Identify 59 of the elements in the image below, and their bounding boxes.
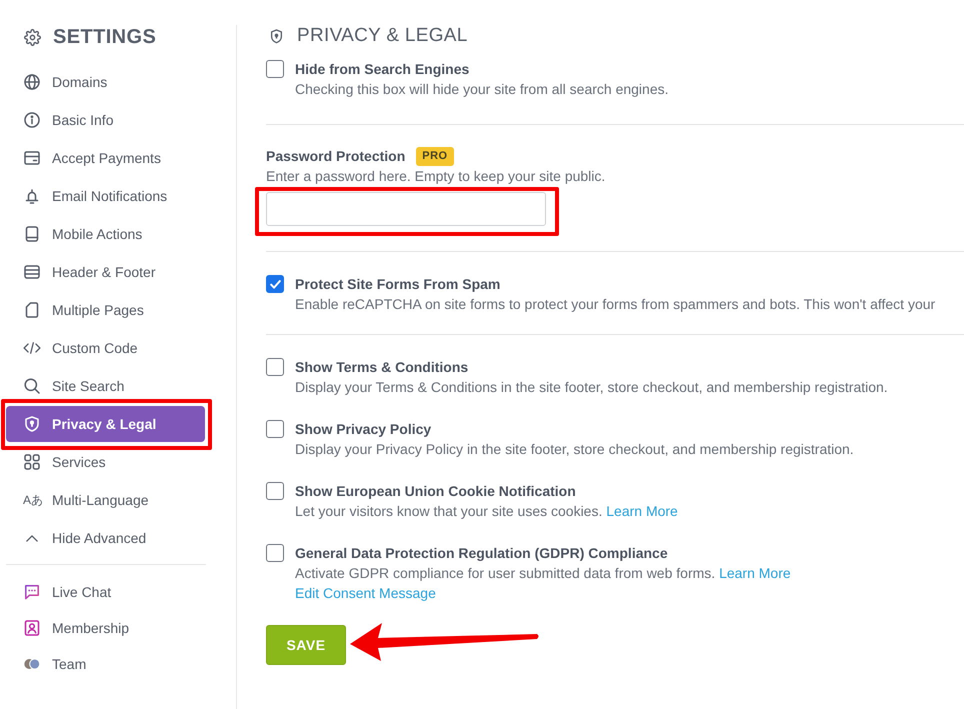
sidebar-item[interactable]: Custom Code [6,330,205,366]
sidebar-item[interactable]: Domains [6,64,205,100]
bell-icon [24,188,40,204]
sidebar-item[interactable]: Hide Advanced [6,520,205,556]
password-field[interactable] [266,192,546,226]
sidebar-item[interactable]: Services [6,444,205,480]
option-description: Checking this box will hide your site from all search engines. [295,80,669,99]
checkbox[interactable] [266,275,284,293]
sidebar-item[interactable]: Multiple Pages [6,292,205,328]
avatar-pair-icon [24,656,40,672]
option-title: Show European Union Cookie Notification [295,482,576,501]
option-title: General Data Protection Regulation (GDPR) Compliance [295,544,668,563]
sidebar-item[interactable]: Email Notifications [6,178,205,214]
sidebar-item[interactable]: Membership [6,610,205,646]
sidebar-item[interactable]: Team [6,646,205,682]
sidebar-item[interactable]: Site Search [6,368,205,404]
option-title: Show Privacy Policy [295,420,432,439]
option-title: Protect Site Forms From Spam [295,275,500,294]
chevron-up-icon [26,534,38,542]
tablet-icon [24,226,40,242]
option-description: Display your Privacy Policy in the site footer, store checkout, and membership registration. [295,440,854,459]
checkbox[interactable] [266,544,284,562]
checkbox[interactable] [266,358,284,376]
page-icon [24,302,40,318]
shield-icon [24,416,40,432]
checkbox[interactable] [266,482,284,500]
checkbox[interactable] [266,60,284,78]
settings-icon [24,28,41,46]
option-title: Hide from Search Engines [295,60,470,79]
sidebar-item[interactable]: Aあ Multi-Language [6,482,205,518]
sidebar-item[interactable]: Header & Footer [6,254,205,290]
sidebar-item[interactable]: Privacy & Legal [6,406,205,442]
field-hint: Enter a password here. Empty to keep your site public. [266,167,606,186]
sidebar-item[interactable]: Live Chat [6,574,205,610]
option-title: Show Terms & Conditions [295,358,468,377]
user-card-icon [24,620,40,636]
sidebar-item[interactable]: Accept Payments [6,140,205,176]
option-description: Let your visitors know that your site uses cookies. Learn More [295,502,678,521]
code-icon [23,341,41,355]
chat-icon [24,584,40,600]
sidebar-title: SETTINGS [53,25,156,50]
option-description: Activate GDPR compliance for user submitted data from web forms. Learn More [295,564,791,583]
info-icon [24,112,40,128]
sidebar-item[interactable]: Basic Info [6,102,205,138]
check-icon [270,280,280,288]
language-icon: Aあ [23,493,44,507]
option-description: Display your Terms & Conditions in the site footer, store checkout, and membership registration. [295,378,888,397]
field-label: Password Protection [266,147,406,166]
option-description: Enable reCAPTCHA on site forms to protect your forms from spammers and bots. This won't affect your [295,295,936,314]
pro-badge: PRO [416,146,454,166]
checkbox[interactable] [266,420,284,438]
page-title: PRIVACY & LEGAL [297,25,468,47]
globe-icon [24,74,40,90]
card-icon [24,150,40,166]
sidebar-item[interactable]: Mobile Actions [6,216,205,252]
search-icon [24,378,40,394]
grid-icon [24,454,40,470]
layout-icon [24,264,40,280]
shield-icon [270,28,283,44]
